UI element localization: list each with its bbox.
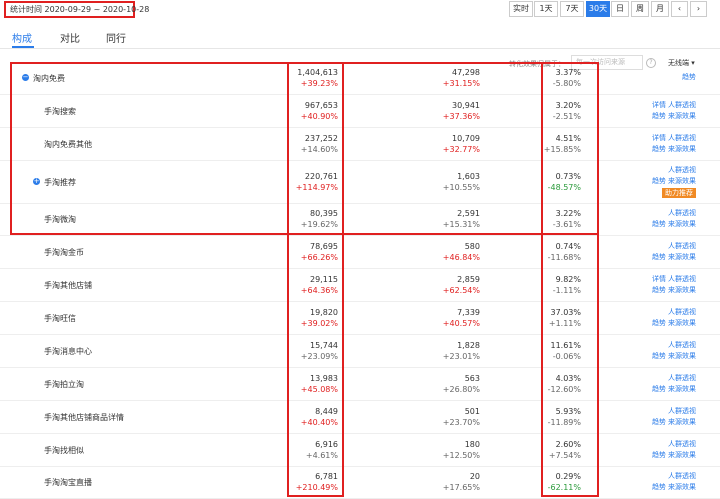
row-link[interactable]: 来源效果 (668, 417, 696, 427)
row-link[interactable]: 来源效果 (668, 219, 696, 229)
buyers-value: 2,859 (457, 275, 480, 284)
buyers-value: 180 (464, 440, 480, 449)
row-link[interactable]: 人群透视 (668, 439, 696, 449)
row-link[interactable]: 趋势 (652, 417, 666, 427)
next-period-button[interactable]: › (690, 1, 707, 17)
row-link[interactable]: 来源效果 (668, 450, 696, 460)
row-link[interactable]: 趋势 (652, 351, 666, 361)
row-link[interactable]: 趋势 (652, 252, 666, 262)
row-link[interactable]: 来源效果 (668, 144, 696, 154)
row-link[interactable]: 来源效果 (668, 351, 696, 361)
table-row: 手淘拍立淘 13,983 +45.08% 563 +26.80% 4.03% -12.60%… (0, 367, 720, 401)
tab-composition[interactable]: 构成 (12, 30, 32, 45)
source-name: 手淘旺信 (44, 314, 76, 323)
source-name: 手淘淘宝直播 (44, 478, 92, 487)
row-link[interactable]: 人群透视 (668, 165, 696, 175)
date-button[interactable]: 月 (651, 1, 669, 17)
row-link[interactable]: 人群透视 (668, 274, 696, 284)
row-link[interactable]: 趋势 (652, 144, 666, 154)
buyers-value: 7,339 (457, 308, 480, 317)
source-name: 手淘其他店铺 (44, 281, 92, 290)
buyers-cell: 20 +17.65% (443, 471, 480, 493)
buyers-change: +17.65% (442, 483, 480, 492)
buyers-change: +23.01% (442, 352, 480, 361)
row-link[interactable]: 人群透视 (668, 208, 696, 218)
buyers-value: 501 (464, 407, 480, 416)
row-link[interactable]: 人群透视 (668, 471, 696, 481)
source-name: 手淘消息中心 (44, 347, 92, 356)
buyers-cell: 180 +12.50% (443, 439, 480, 461)
highlight-box-visitors (287, 62, 344, 497)
buyers-change: +12.50% (442, 451, 480, 460)
prev-period-button[interactable]: ‹ (671, 1, 688, 17)
row-link[interactable]: 趋势 (652, 285, 666, 295)
date-button[interactable]: 日 (611, 1, 629, 17)
boost-recommend-badge[interactable]: 助力推荐 (662, 188, 696, 198)
row-link[interactable]: 来源效果 (668, 176, 696, 186)
date-button[interactable]: 30天 (586, 1, 610, 17)
row-link[interactable]: 详情 (652, 274, 666, 284)
row-link[interactable]: 趋势 (652, 111, 666, 121)
row-link[interactable]: 来源效果 (668, 252, 696, 262)
table-row: 手淘淘金币 78,695 +66.26% 580 +46.84% 0.74% -11.68%… (0, 235, 720, 269)
table-row: 手淘淘宝直播 6,781 +210.49% 20 +17.65% 0.29% -62.11%… (0, 466, 720, 499)
buyers-change: +46.84% (442, 253, 480, 262)
row-link[interactable]: 趋势 (652, 482, 666, 492)
row-link[interactable]: 来源效果 (668, 318, 696, 328)
buyers-value: 563 (464, 374, 480, 383)
source-name: 手淘淘金币 (44, 248, 84, 257)
buyers-cell: 1,828 +23.01% (443, 340, 480, 362)
row-link[interactable]: 来源效果 (668, 285, 696, 295)
table-row: 手淘其他店铺 29,115 +64.36% 2,859 +62.54% 9.82% -1.1… (0, 268, 720, 302)
stat-time: 统计时间 2020-09-29 ~ 2020-10-28 (4, 1, 149, 18)
source-name: 手淘其他店铺商品详情 (44, 413, 124, 422)
row-link[interactable]: 人群透视 (668, 307, 696, 317)
tab-bar: 构成 对比 同行 转化效果归属于： 每一次访问来源 ? 无线端 ▾ (0, 26, 720, 70)
buyers-cell: 7,339 +40.57% (443, 307, 480, 329)
buyers-cell: 2,859 +62.54% (443, 274, 480, 296)
table-row: 手淘旺信 19,820 +39.02% 7,339 +40.57% 37.03% +1.11… (0, 301, 720, 335)
row-link[interactable]: 详情 (652, 133, 666, 143)
top-bar: 统计时间 2020-09-29 ~ 2020-10-28 实时 1天 7天 30天日周… (0, 0, 720, 24)
row-link[interactable]: 人群透视 (668, 241, 696, 251)
row-link[interactable]: 人群透视 (668, 100, 696, 110)
row-link[interactable]: 趋势 (682, 72, 696, 82)
row-link[interactable]: 详情 (652, 100, 666, 110)
buyers-change: +23.70% (442, 418, 480, 427)
row-link[interactable]: 来源效果 (668, 482, 696, 492)
buyers-cell: 501 +23.70% (443, 406, 480, 428)
date-button[interactable]: 7天 (560, 1, 584, 17)
buyers-change: +40.57% (442, 319, 480, 328)
active-tab-indicator (12, 46, 34, 48)
tab-compare[interactable]: 对比 (60, 30, 80, 45)
date-button[interactable]: 周 (631, 1, 649, 17)
table-row: 手淘找相似 6,916 +4.61% 180 +12.50% 2.60% +7.54% 人群透… (0, 433, 720, 467)
row-link[interactable]: 趋势 (652, 384, 666, 394)
date-button[interactable]: 实时 (509, 1, 533, 17)
buyers-value: 20 (469, 472, 480, 481)
buyers-cell: 580 +46.84% (443, 241, 480, 263)
row-link[interactable]: 人群透视 (668, 340, 696, 350)
row-link[interactable]: 来源效果 (668, 111, 696, 121)
row-link[interactable]: 趋势 (652, 318, 666, 328)
tab-peers[interactable]: 同行 (106, 30, 126, 45)
row-link[interactable]: 趋势 (652, 219, 666, 229)
buyers-value: 580 (464, 242, 480, 251)
row-link[interactable]: 人群透视 (668, 133, 696, 143)
buyers-change: +26.80% (442, 385, 480, 394)
buyers-cell: 563 +26.80% (443, 373, 480, 395)
row-link[interactable]: 趋势 (652, 450, 666, 460)
date-button[interactable]: 1天 (534, 1, 558, 17)
table-row: 手淘消息中心 15,744 +23.09% 1,828 +23.01% 11.61% -0.… (0, 334, 720, 368)
source-name: 手淘拍立淘 (44, 380, 84, 389)
row-link[interactable]: 人群透视 (668, 406, 696, 416)
highlight-box-conversion (541, 62, 599, 497)
source-name: 手淘找相似 (44, 446, 84, 455)
row-link[interactable]: 趋势 (652, 176, 666, 186)
table-row: 手淘其他店铺商品详情 8,449 +40.40% 501 +23.70% 5.93% -11… (0, 400, 720, 434)
row-link[interactable]: 人群透视 (668, 373, 696, 383)
row-link[interactable]: 来源效果 (668, 384, 696, 394)
buyers-change: +62.54% (442, 286, 480, 295)
buyers-value: 1,828 (457, 341, 480, 350)
